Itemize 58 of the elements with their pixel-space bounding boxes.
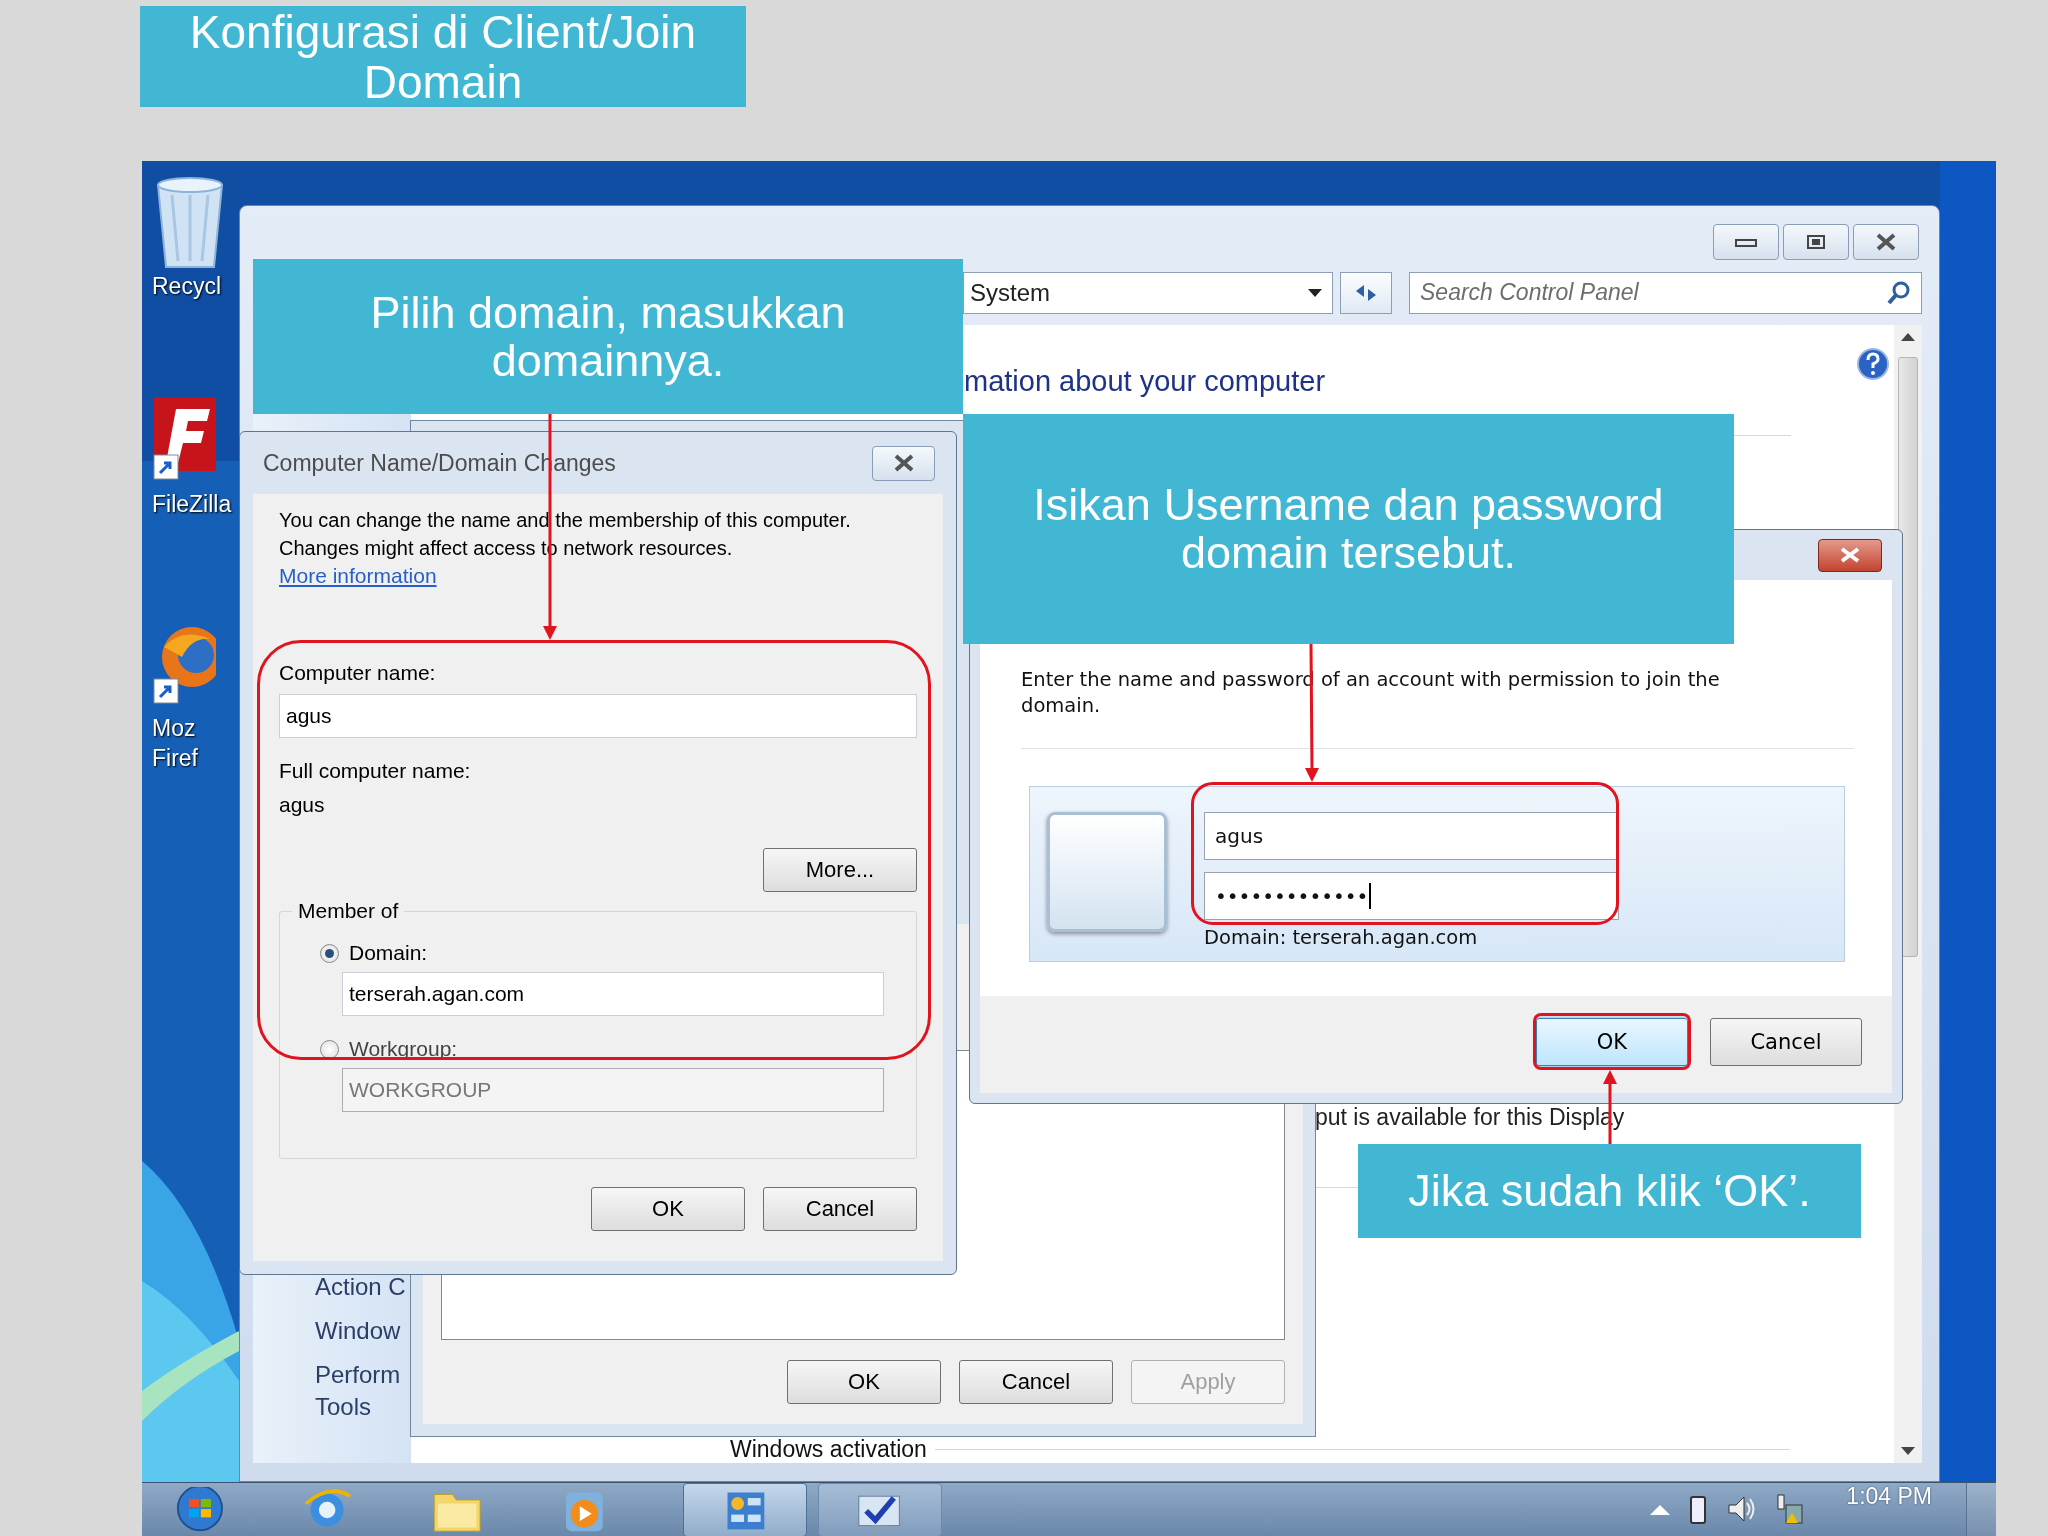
callout-text: Jika sudah klik ‘OK’. [1358, 1144, 1861, 1238]
close-button[interactable] [1818, 538, 1882, 572]
close-icon[interactable] [1875, 233, 1897, 251]
maximize-button[interactable] [1783, 224, 1849, 260]
scroll-up-icon[interactable] [1901, 333, 1915, 341]
section-label: Windows activation [730, 1436, 927, 1463]
close-icon[interactable] [892, 454, 915, 472]
dialog-button[interactable]: Cancel [1710, 1018, 1862, 1066]
slide-title: Konfigurasi di Client/Join Domain [140, 6, 746, 107]
restore-icon[interactable] [1806, 234, 1826, 250]
help-icon[interactable] [1857, 348, 1889, 380]
page-heading: mation about your computer [964, 364, 1326, 399]
start-icon[interactable] [174, 1487, 224, 1533]
desktop-icon-label[interactable]: Firef [148, 743, 198, 773]
search-icon[interactable] [1887, 280, 1911, 305]
input-field[interactable]: WORKGROUP [342, 1068, 884, 1112]
minimize-button[interactable] [1713, 224, 1779, 260]
taskbar-button[interactable] [818, 1483, 942, 1536]
dialog-button[interactable]: Cancel [959, 1360, 1113, 1404]
navigation-link[interactable]: Perform Tools [315, 1359, 411, 1423]
battery-icon[interactable] [1688, 1494, 1709, 1524]
input-field[interactable]: agus [279, 694, 917, 738]
radio-label[interactable]: Domain: [349, 940, 428, 966]
dropdown-icon[interactable] [1308, 288, 1322, 297]
input-field[interactable]: terserah.agan.com [342, 972, 884, 1016]
field-label: Full computer name: [279, 758, 472, 784]
radio-button[interactable] [320, 943, 339, 963]
close-button[interactable] [1853, 224, 1919, 260]
refresh-button[interactable] [1340, 271, 1392, 314]
callout-text: Pilih domain, masukkan domainnya. [253, 259, 963, 414]
full-name-value: agus [279, 792, 325, 818]
network-icon[interactable] [1774, 1493, 1805, 1525]
minimize-icon[interactable] [1735, 237, 1757, 247]
search-field[interactable]: Search Control Panel [1409, 271, 1922, 314]
dialog-button[interactable]: Cancel [763, 1187, 917, 1231]
taskbar-button[interactable] [683, 1483, 807, 1536]
navigation-link[interactable]: Window [315, 1315, 411, 1347]
more-button[interactable]: More... [763, 848, 917, 892]
dialog-button[interactable]: OK [787, 1360, 941, 1404]
navigation-link[interactable]: Action C [315, 1271, 411, 1303]
dialog-button[interactable]: OK [1536, 1018, 1688, 1066]
more-information-link[interactable]: More information [279, 562, 437, 590]
domain-text: Domain: terserah.agan.com [1204, 926, 1479, 949]
speaker-icon[interactable] [1726, 1494, 1757, 1524]
desktop-icon-label[interactable]: Recycl [148, 271, 221, 301]
user-tile-icon [1047, 812, 1167, 932]
desktop-icon-label[interactable]: Moz [148, 713, 196, 743]
dialog-button[interactable]: OK [591, 1187, 745, 1231]
show-hidden-icons-icon[interactable] [1650, 1503, 1671, 1515]
callout-text: Isikan Username dan password domain tersebut. [963, 414, 1734, 644]
address-bar[interactable]: System [963, 271, 1333, 314]
field-label: Computer name: [279, 660, 437, 686]
password-field[interactable]: ••••••••••••• [1204, 872, 1619, 920]
username-field[interactable]: agus [1204, 812, 1619, 860]
radio-label[interactable]: Workgroup: [349, 1036, 458, 1062]
scroll-down-icon[interactable] [1901, 1447, 1915, 1455]
close-button[interactable] [872, 445, 935, 481]
desktop-icon-label[interactable]: FileZilla [148, 489, 232, 519]
